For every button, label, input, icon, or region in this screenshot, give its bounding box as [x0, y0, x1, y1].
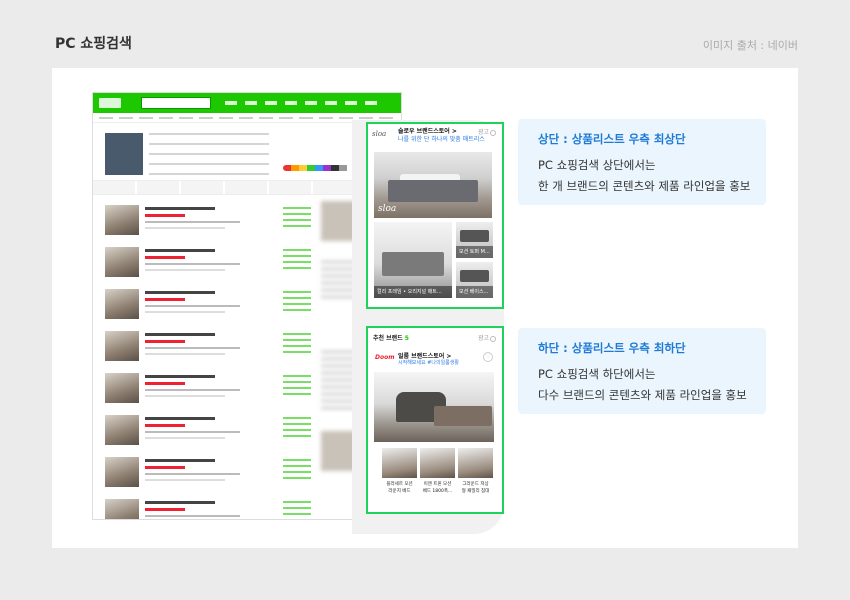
product-thumb-small-1[interactable]: 모션 토퍼 M... — [456, 222, 493, 258]
info-heading: 하단 : 상품리스트 우측 최하단 — [538, 341, 686, 355]
product-thumb-small-2[interactable]: 모션 베이스... — [456, 262, 493, 298]
brand-count: 5 — [404, 335, 409, 342]
product-thumb-main[interactable]: 컬리 프레임 • 오리지널 매트... — [374, 222, 452, 298]
image-source: 이미지 출처 : 네이버 — [702, 39, 798, 52]
heart-icon[interactable]: ♡ — [483, 352, 493, 362]
info-line: 한 개 브랜드의 콘텐츠와 제품 라인업을 홍보 — [538, 179, 751, 193]
brand-logo: Doom — [375, 354, 395, 361]
naver-top-bar — [93, 93, 401, 113]
product-thumb-1[interactable] — [382, 448, 417, 478]
mock-filter-lines — [149, 133, 269, 177]
naver-logo — [99, 98, 121, 108]
top-placement-info: 상단 : 상품리스트 우측 최상단 PC 쇼핑검색 상단에서는 한 개 브랜드의… — [518, 119, 766, 205]
product-thumb-3[interactable] — [458, 448, 493, 478]
brand-tagline: 시작해보세요 #나의일룸생활 — [398, 360, 459, 366]
info-icon[interactable] — [490, 129, 496, 136]
product-caption: 컬리 프레임 • 오리지널 매트... — [374, 286, 452, 298]
ad-label: 광고 — [478, 129, 496, 137]
top-brand-ad-card[interactable]: sloa 슬로우 브랜드스토어 > 나를 위한 단 하나의 맞춤 매트리스 광고… — [366, 122, 504, 309]
product-name-1[interactable]: 플라세르 모션 라운지 베드 — [382, 481, 417, 495]
product-caption: 모션 베이스... — [456, 286, 493, 298]
product-name-2[interactable]: 이엔 트윈 모션 베드 1800폭... — [420, 481, 455, 495]
hero-logo: sloa — [378, 204, 397, 214]
product-caption: 모션 토퍼 M... — [456, 246, 493, 258]
info-line: PC 쇼핑검색 상단에서는 — [538, 158, 656, 172]
page-title: PC 쇼핑검색 — [55, 36, 132, 52]
ad-label: 광고 — [478, 333, 496, 342]
brand-hero-image[interactable]: sloa — [374, 152, 492, 218]
brand-store-link[interactable]: 슬로우 브랜드스토어 > — [398, 128, 457, 136]
mock-search-box — [141, 97, 211, 109]
product-thumb-2[interactable] — [420, 448, 455, 478]
brand-header[interactable]: sloa 슬로우 브랜드스토어 > 나를 위한 단 하나의 맞춤 매트리스 광고 — [368, 124, 502, 146]
info-icon[interactable] — [490, 335, 496, 342]
brand-hero-image[interactable] — [374, 372, 494, 442]
bottom-recommended-brand-card[interactable]: 추천 브랜드 5 광고 Doom 일룸 브랜드스토어 > 시작해보세요 #나의일… — [366, 326, 504, 514]
info-line: PC 쇼핑검색 하단에서는 — [538, 367, 656, 381]
mock-color-filter — [283, 165, 363, 171]
brand-logo: sloa — [372, 130, 387, 138]
mock-top-links — [225, 101, 385, 105]
recommended-brand-heading: 추천 브랜드 5 — [373, 335, 409, 342]
info-heading: 상단 : 상품리스트 우측 최상단 — [538, 132, 686, 146]
brand-tagline: 나를 위한 단 하나의 맞춤 매트리스 — [398, 136, 485, 143]
info-line: 다수 브랜드의 콘텐츠와 제품 라인업을 홍보 — [538, 388, 747, 402]
content-panel: sloa 슬로우 브랜드스토어 > 나를 위한 단 하나의 맞춤 매트리스 광고… — [52, 68, 798, 548]
mock-category-thumb — [105, 133, 143, 175]
product-name-3[interactable]: 그라운드 저상 형 패밀리 침대 — [458, 481, 493, 495]
bottom-placement-info: 하단 : 상품리스트 우측 최하단 PC 쇼핑검색 하단에서는 다수 브랜드의 … — [518, 328, 766, 414]
